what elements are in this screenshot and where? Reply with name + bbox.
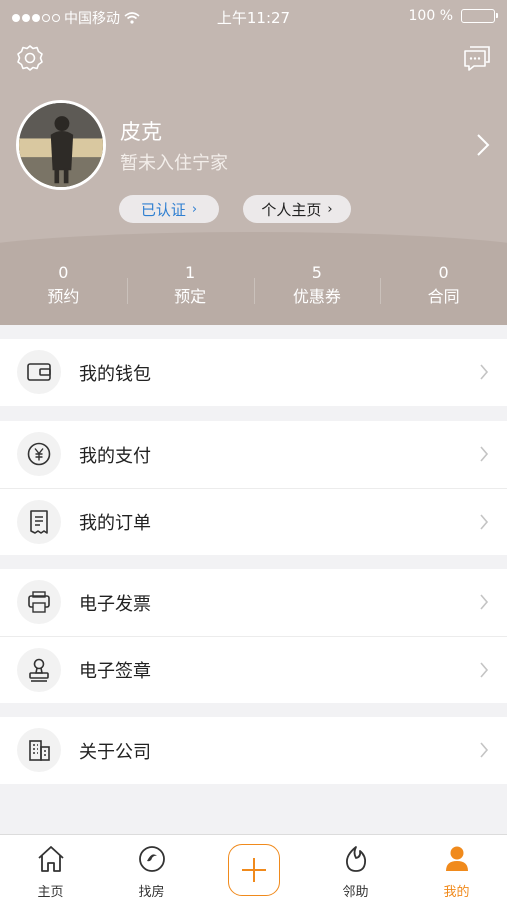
stats-bar: 0 预约 1 预定 5 优惠券 0 合同 <box>0 262 507 318</box>
stat-value: 0 <box>58 263 69 282</box>
messages-icon[interactable] <box>461 42 493 74</box>
chevron-right-icon: › <box>327 201 333 217</box>
home-icon <box>38 846 64 872</box>
battery-icon <box>461 9 498 23</box>
menu-item-invoice[interactable]: 电子发票 <box>0 569 507 636</box>
tab-find-house[interactable]: 找房 <box>101 835 202 900</box>
menu-group-about: 关于公司 <box>0 717 507 784</box>
yuan-payment-icon <box>17 432 61 476</box>
menu-item-label: 我的订单 <box>79 513 151 534</box>
stat-value: 1 <box>185 263 196 282</box>
menu-group-wallet: 我的钱包 <box>0 339 507 406</box>
add-button[interactable] <box>228 844 280 896</box>
status-right: 100 % <box>408 8 498 24</box>
stat-label: 优惠券 <box>292 287 341 306</box>
menu-item-payment[interactable]: 我的支付 <box>0 421 507 488</box>
avatar[interactable] <box>16 100 106 190</box>
personal-homepage-button[interactable]: 个人主页 › <box>243 195 351 223</box>
menu-item-about[interactable]: 关于公司 <box>0 717 507 784</box>
plus-icon <box>242 858 266 882</box>
stat-label: 合同 <box>427 287 460 306</box>
battery-label: 100 % <box>408 8 453 24</box>
stamp-seal-icon <box>17 648 61 692</box>
stat-coupons[interactable]: 5 优惠券 <box>253 262 381 318</box>
status-bar: 中国移动 上午11:27 100 % <box>0 0 507 34</box>
chevron-right-icon <box>480 594 489 610</box>
wallet-icon <box>17 350 61 394</box>
chevron-right-icon <box>480 742 489 758</box>
avatar-photo <box>19 103 103 187</box>
verified-label: 已认证 <box>140 200 186 219</box>
tab-label: 主页 <box>37 885 64 900</box>
menu-item-label: 我的支付 <box>79 445 151 467</box>
menu-item-label: 我的钱包 <box>79 363 151 385</box>
stat-contracts[interactable]: 0 合同 <box>380 262 507 318</box>
stat-label: 预定 <box>174 287 207 306</box>
find-house-icon <box>139 846 165 872</box>
tab-label: 邻助 <box>342 885 369 900</box>
homepage-label: 个人主页 <box>261 200 322 219</box>
building-icon <box>17 728 61 772</box>
chevron-right-icon: › <box>191 201 198 217</box>
stat-value: 5 <box>311 263 322 282</box>
order-list-icon <box>17 500 61 544</box>
menu-item-wallet[interactable]: 我的钱包 <box>0 339 507 406</box>
printer-invoice-icon <box>17 580 61 624</box>
menu-group-electronic: 电子发票 电子签章 <box>0 569 507 703</box>
verified-badge-button[interactable]: 已认证 › <box>119 195 219 223</box>
tab-label: 找房 <box>138 885 165 900</box>
chevron-right-icon <box>480 662 489 678</box>
chevron-right-icon <box>480 514 489 530</box>
menu-item-label: 电子发票 <box>79 593 151 615</box>
settings-gear-icon[interactable] <box>14 42 46 74</box>
chevron-right-icon <box>480 446 489 462</box>
neighbor-help-icon <box>346 846 367 872</box>
tab-mine[interactable]: 我的 <box>406 835 507 900</box>
user-status: 暂未入住宁家 <box>120 153 228 174</box>
profile-header: 中国移动 上午11:27 100 % 皮克 暂未入住宁家 已认证 › 个人主页 … <box>0 0 507 325</box>
stat-reservations[interactable]: 1 预定 <box>126 262 254 318</box>
menu-item-orders[interactable]: 我的订单 <box>0 488 507 555</box>
user-icon <box>446 846 468 871</box>
menu-group-payment: 我的支付 我的订单 <box>0 421 507 555</box>
stat-label: 预约 <box>47 287 80 306</box>
stat-value: 0 <box>438 263 449 282</box>
tab-home[interactable]: 主页 <box>0 835 101 900</box>
stat-appointments[interactable]: 0 预约 <box>0 262 127 318</box>
user-name: 皮克 <box>120 120 162 144</box>
bottom-tab-bar: 主页 找房 邻助 我的 <box>0 834 507 900</box>
tab-label: 我的 <box>443 885 470 900</box>
chevron-right-icon <box>480 364 489 380</box>
tab-neighbor-help[interactable]: 邻助 <box>305 835 406 900</box>
chevron-right-icon[interactable] <box>475 132 491 158</box>
menu-item-label: 电子签章 <box>79 661 151 682</box>
menu-item-seal[interactable]: 电子签章 <box>0 636 507 703</box>
menu-item-label: 关于公司 <box>79 741 151 763</box>
